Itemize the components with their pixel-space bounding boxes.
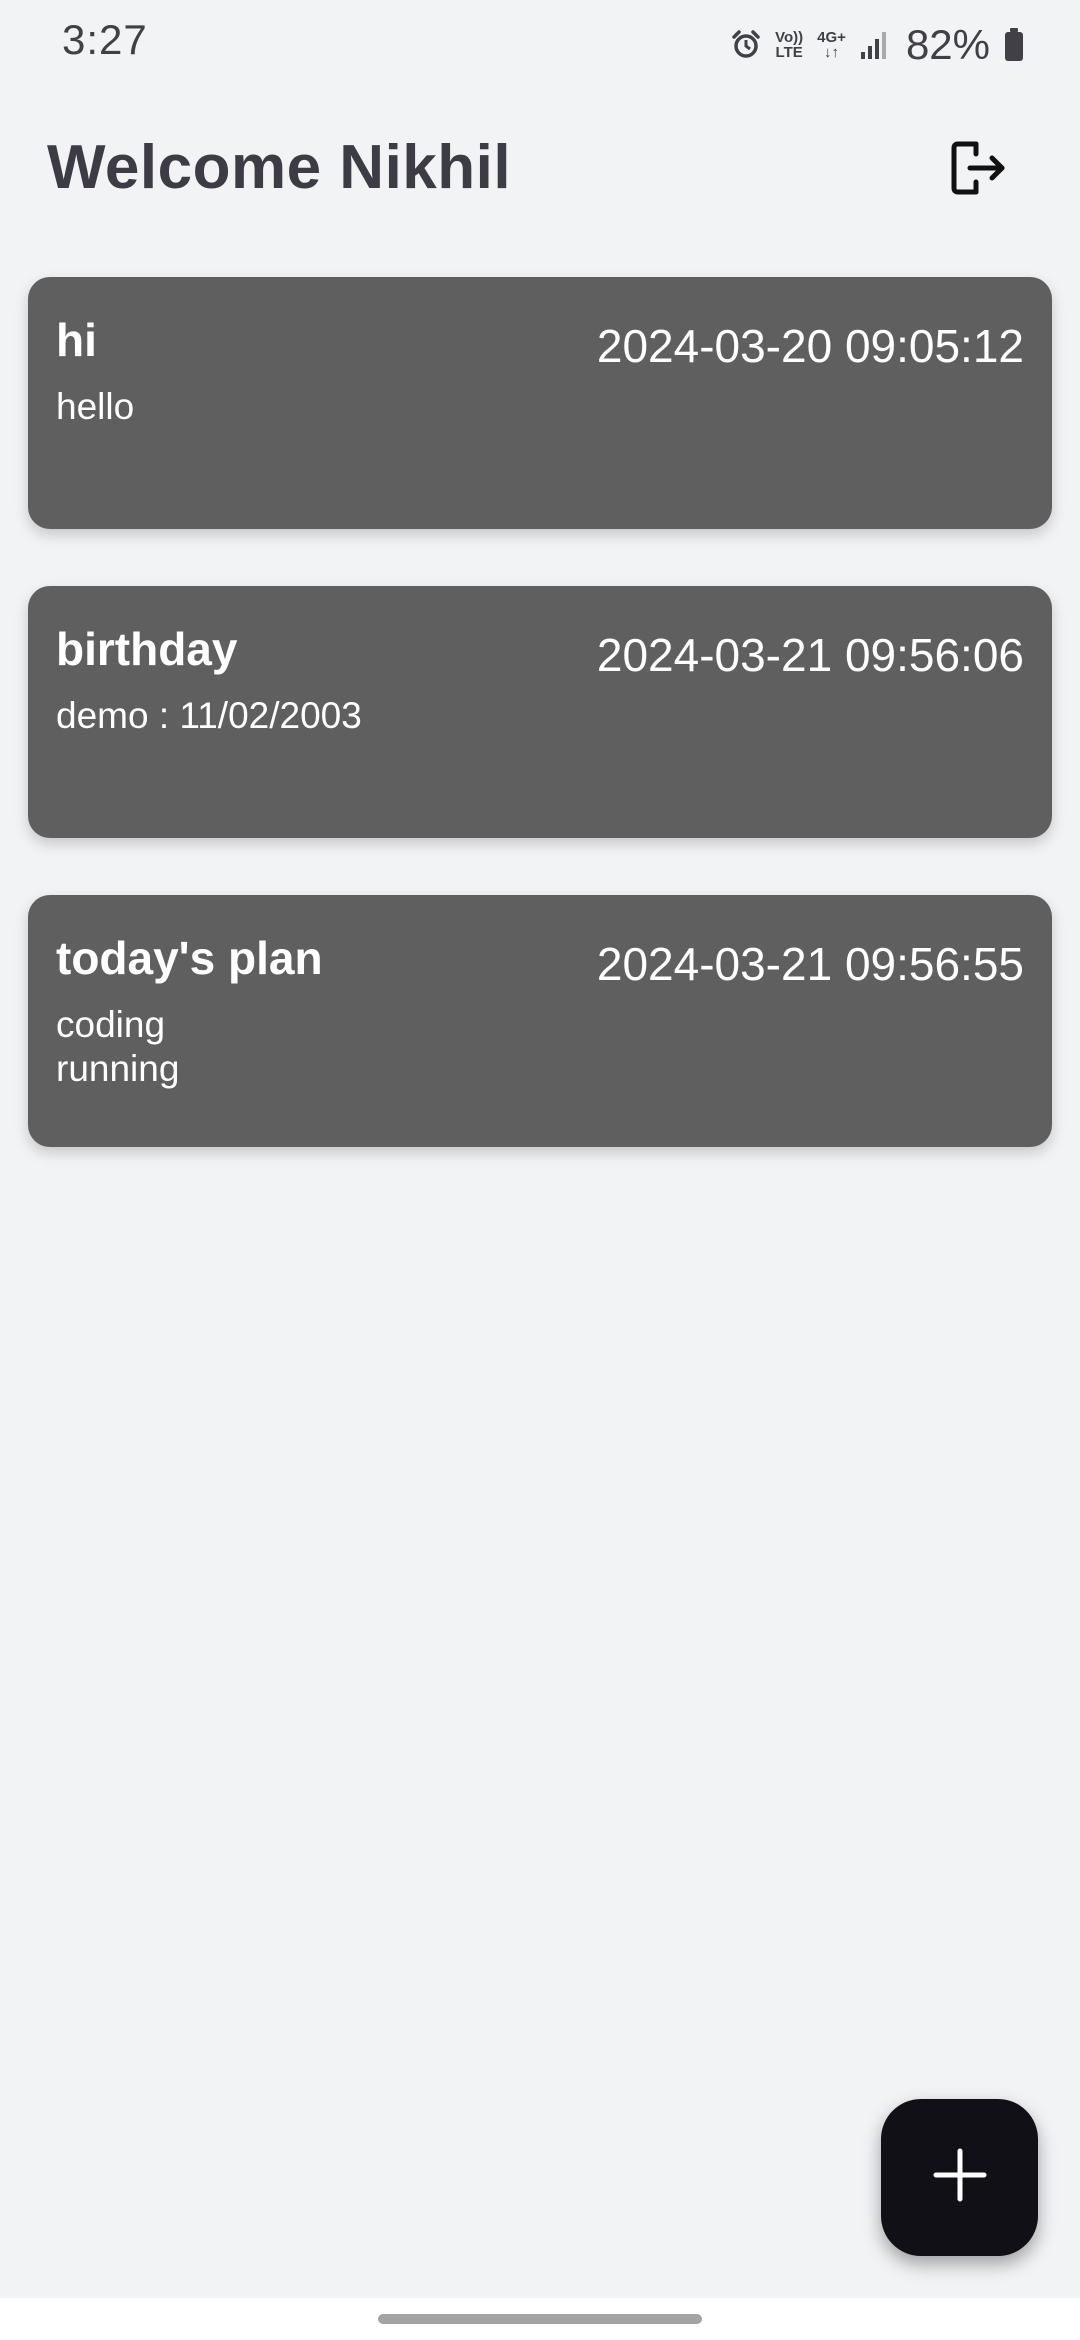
status-bar: 3:27 Vo)) LTE 4G+ ↓↑ 82%: [0, 0, 1080, 90]
note-date: 2024-03-21 09:56:55: [596, 938, 1024, 990]
volte-bottom-label: LTE: [775, 44, 803, 61]
plus-icon: [932, 2147, 988, 2208]
note-date: 2024-03-21 09:56:06: [596, 629, 1024, 681]
app-header: Welcome Nikhil: [0, 120, 1080, 230]
note-body: demo : 11/02/2003: [56, 695, 362, 736]
data-arrows-glyph: ↓↑: [824, 44, 840, 61]
note-card[interactable]: today's plan 2024-03-21 09:56:55 coding …: [28, 895, 1052, 1147]
note-title: today's plan: [56, 932, 323, 984]
4g-plus-icon: 4G+ ↓↑: [817, 30, 846, 60]
note-title: hi: [56, 314, 97, 366]
note-title: birthday: [56, 623, 238, 675]
signal-icon: [860, 30, 888, 60]
note-body: hello: [56, 386, 135, 427]
battery-icon: [1004, 28, 1024, 62]
volte-icon: Vo)) LTE: [775, 30, 803, 60]
battery-percent: 82%: [905, 21, 990, 68]
note-card[interactable]: birthday 2024-03-21 09:56:06 demo : 11/0…: [28, 586, 1052, 838]
logout-icon: [946, 136, 1010, 205]
note-date: 2024-03-20 09:05:12: [596, 320, 1024, 372]
logout-button[interactable]: [938, 130, 1018, 210]
note-card[interactable]: hi 2024-03-20 09:05:12 hello: [28, 277, 1052, 529]
alarm-icon: [731, 30, 761, 60]
nav-bar: [0, 2298, 1080, 2340]
status-icons: Vo)) LTE 4G+ ↓↑ 82%: [731, 20, 1024, 70]
home-indicator[interactable]: [378, 2314, 702, 2324]
status-time: 3:27: [62, 16, 148, 63]
add-note-button[interactable]: [881, 2099, 1038, 2256]
notes-list: hi 2024-03-20 09:05:12 hello birthday 20…: [28, 277, 1052, 1204]
note-body: coding running: [56, 1004, 180, 1089]
page-title: Welcome Nikhil: [47, 133, 512, 202]
